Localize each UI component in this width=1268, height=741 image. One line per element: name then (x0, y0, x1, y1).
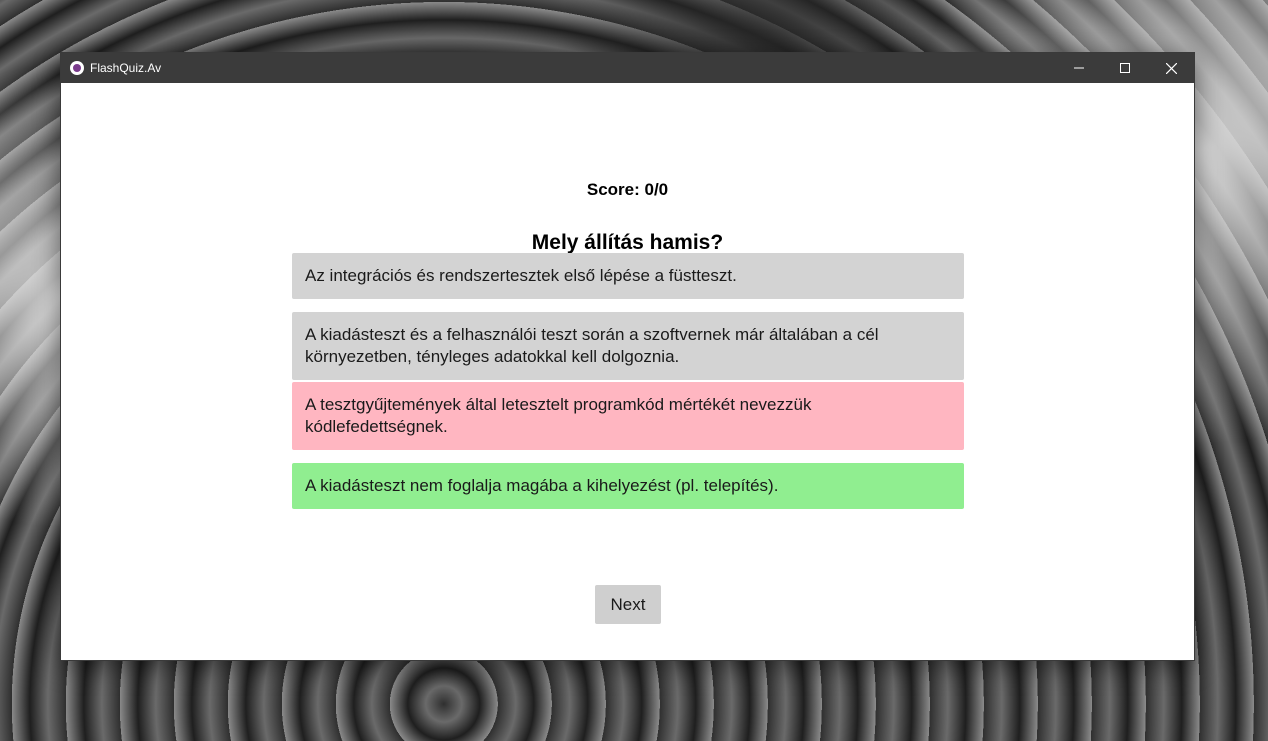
question-text: Mely állítás hamis? (531, 231, 724, 254)
quiz-content: Score: 0/0 Mely állítás hamis? Az integr… (61, 83, 1194, 661)
window-controls (1056, 53, 1194, 83)
close-button[interactable] (1148, 53, 1194, 83)
answer-option-3[interactable]: A tesztgyűjtemények által letesztelt pro… (292, 382, 964, 450)
title-bar[interactable]: FlashQuiz.Av (61, 53, 1194, 83)
next-button[interactable]: Next (595, 585, 661, 624)
maximize-button[interactable] (1102, 53, 1148, 83)
answer-option-1[interactable]: Az integrációs és rendszertesztek első l… (292, 253, 964, 299)
answer-option-2[interactable]: A kiadásteszt és a felhasználói teszt so… (292, 312, 964, 380)
close-icon (1165, 62, 1177, 74)
app-logo-icon (70, 61, 84, 75)
maximize-icon (1120, 63, 1130, 73)
score-label: Score: 0/0 (586, 180, 669, 199)
answer-option-4[interactable]: A kiadásteszt nem foglalja magába a kihe… (292, 463, 964, 509)
app-window: FlashQuiz.Av Score: 0/0 Mely állítás ham… (60, 52, 1195, 661)
minimize-button[interactable] (1056, 53, 1102, 83)
minimize-icon (1074, 67, 1084, 69)
window-title: FlashQuiz.Av (90, 61, 162, 75)
